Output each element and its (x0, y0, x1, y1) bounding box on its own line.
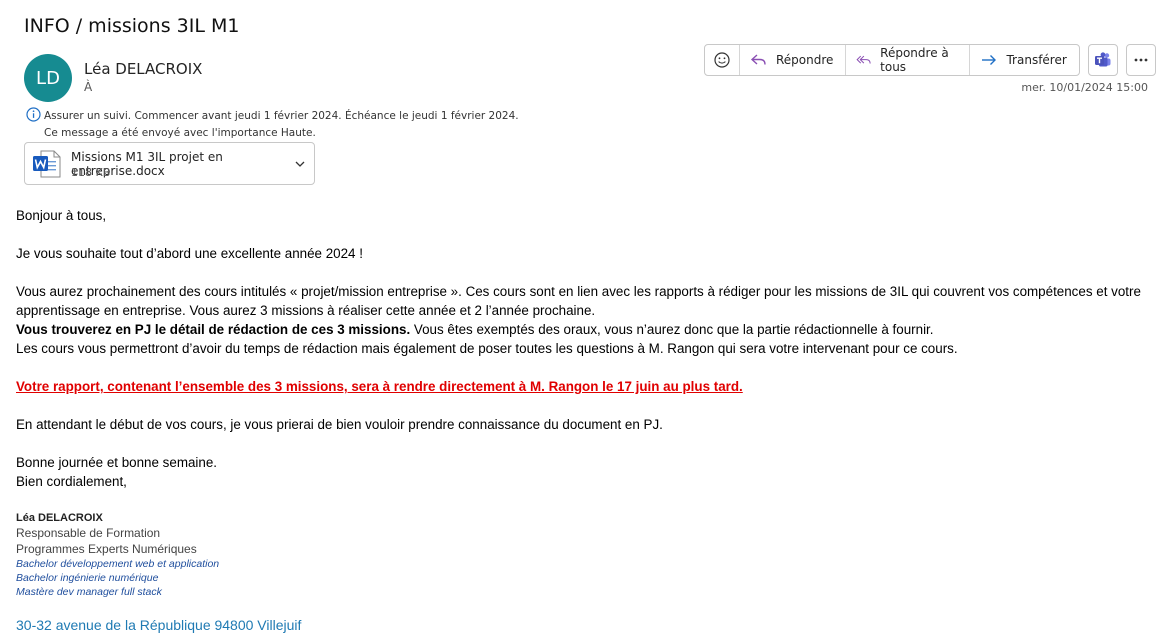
closing: Bonne journée et bonne semaine. Bien cor… (16, 453, 1141, 491)
received-date: mer. 10/01/2024 15:00 (1021, 81, 1148, 94)
more-options-button[interactable] (1125, 44, 1156, 76)
word-document-icon (32, 150, 62, 183)
signature-address: 30-32 avenue de la République 94800 Vill… (16, 617, 302, 633)
reply-button[interactable]: Répondre (740, 45, 847, 75)
reply-all-icon (856, 55, 872, 64)
teams-button[interactable] (1087, 44, 1118, 76)
closing-line-2: Bien cordialement, (16, 474, 127, 489)
attachment-size: 118 KB (71, 166, 111, 179)
chevron-down-icon[interactable] (294, 157, 306, 175)
signature-role: Responsable de Formation (16, 526, 161, 540)
courses-paragraph: Vous aurez prochainement des cours intit… (16, 282, 1141, 358)
info-icon (26, 107, 41, 126)
reaction-button[interactable] (705, 45, 740, 75)
forward-button[interactable]: Transférer (970, 45, 1078, 75)
avatar-initials: LD (36, 67, 60, 89)
message-body: Bonjour à tous, Je vous souhaite tout d’… (16, 206, 1141, 510)
reply-all-label: Répondre à tous (880, 46, 949, 74)
importance-text: Ce message a été envoyé avec l'importanc… (44, 127, 316, 139)
exemption-text: Vous êtes exemptés des oraux, vous n’aur… (410, 322, 934, 337)
sender-avatar[interactable]: LD (24, 54, 72, 102)
forward-label: Transférer (1006, 53, 1067, 67)
wishes-paragraph: Je vous souhaite tout d’abord une excell… (16, 246, 363, 261)
signature-bachelor-engineering: Bachelor ingénierie numérique (16, 572, 159, 584)
more-icon (1134, 58, 1148, 62)
smiley-icon (714, 52, 730, 68)
signature: Léa DELACROIX Responsable de Formation P… (16, 511, 219, 599)
signature-name: Léa DELACROIX (16, 512, 103, 524)
courses-detail-text: Les cours vous permettront d’avoir du te… (16, 341, 958, 356)
signature-master: Mastère dev manager full stack (16, 586, 162, 598)
reply-all-button[interactable]: Répondre à tous (846, 45, 971, 75)
greeting: Bonjour à tous, (16, 208, 107, 223)
attachment-card[interactable]: Missions M1 3IL projet en entreprise.doc… (24, 142, 315, 185)
reply-button-group: Répondre Répondre à tous Transférer (704, 44, 1080, 76)
reply-label: Répondre (776, 53, 834, 67)
signature-program: Programmes Experts Numériques (16, 542, 197, 556)
recipient-label: À (84, 80, 93, 94)
closing-line-1: Bonne journée et bonne semaine. (16, 455, 218, 470)
attachment-note: Vous trouverez en PJ le détail de rédact… (16, 322, 411, 337)
message-info-bar: Assurer un suivi. Commencer avant jeudi … (26, 107, 519, 140)
follow-up-text: Assurer un suivi. Commencer avant jeudi … (44, 110, 519, 122)
email-subject: INFO / missions 3IL M1 (24, 15, 240, 37)
courses-text: Vous aurez prochainement des cours intit… (16, 284, 1141, 318)
deadline-notice: Votre rapport, contenant l’ensemble des … (16, 379, 743, 394)
teams-icon (1094, 52, 1111, 67)
sender-name[interactable]: Léa DELACROIX (84, 60, 202, 78)
signature-bachelor-web: Bachelor développement web et applicatio… (16, 558, 220, 570)
waiting-paragraph: En attendant le début de vos cours, je v… (16, 417, 663, 432)
message-actions: Répondre Répondre à tous Transférer (704, 44, 1156, 76)
reply-icon (750, 54, 766, 65)
forward-icon (982, 55, 997, 65)
